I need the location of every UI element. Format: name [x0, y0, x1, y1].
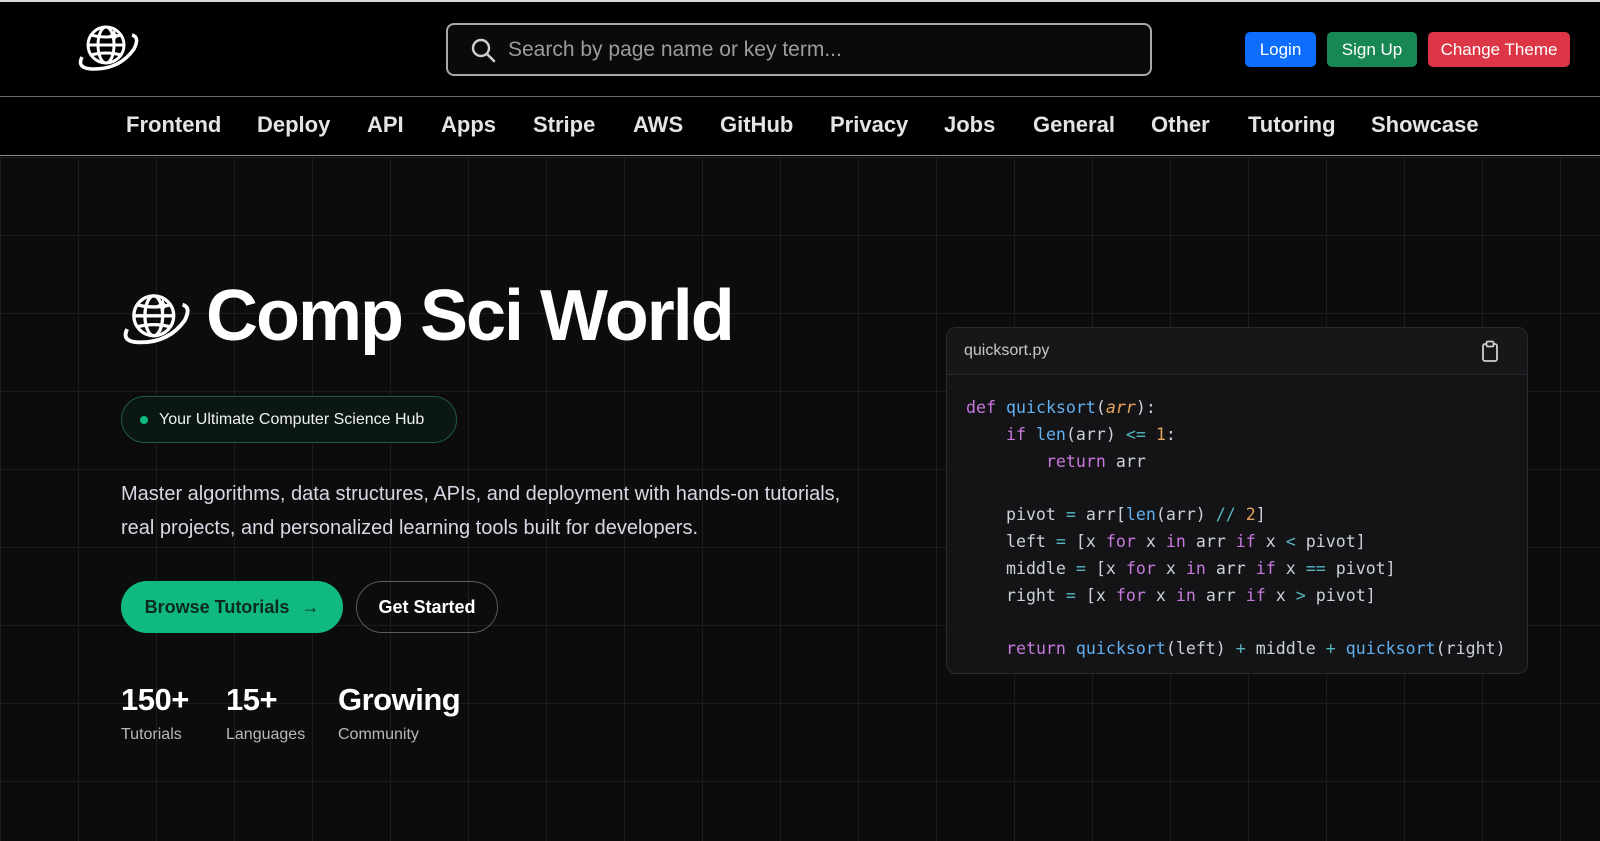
top-bar: Login Sign Up Change Theme — [0, 0, 1600, 97]
globe-logo-icon[interactable] — [76, 19, 140, 75]
browse-tutorials-label: Browse Tutorials — [144, 596, 290, 617]
stat-label: Languages — [226, 726, 306, 743]
stat-value: 15+ — [226, 682, 278, 717]
nav-item-tutoring[interactable]: Tutoring — [1248, 112, 1336, 138]
nav-item-frontend[interactable]: Frontend — [126, 112, 221, 138]
stat-label: Tutorials — [121, 726, 182, 743]
change-theme-button[interactable]: Change Theme — [1428, 32, 1570, 67]
nav-item-other[interactable]: Other — [1151, 112, 1210, 138]
code-line: left = [x for x in arr if x < pivot] — [966, 531, 1366, 551]
sign-up-button[interactable]: Sign Up — [1327, 32, 1417, 67]
arrow-right-icon: → — [301, 596, 320, 617]
stat-value: 150+ — [121, 682, 189, 717]
code-card-header: quicksort.py — [947, 328, 1527, 375]
stat-tutorials: 150+ Tutorials — [121, 682, 189, 744]
nav-item-showcase[interactable]: Showcase — [1371, 112, 1479, 138]
globe-icon — [123, 294, 190, 345]
status-dot-icon — [140, 415, 148, 424]
code-line: middle = [x for x in arr if x == pivot] — [966, 558, 1396, 578]
code-line: return arr — [1045, 451, 1146, 471]
hero-section: Comp Sci World Your Ultimate Computer Sc… — [0, 157, 1600, 841]
get-started-button[interactable]: Get Started — [356, 581, 498, 633]
stat-community: Growing Community — [338, 682, 461, 744]
clipboard-icon[interactable] — [1481, 340, 1499, 362]
nav-item-api[interactable]: API — [367, 112, 404, 138]
nav-item-deploy[interactable]: Deploy — [257, 112, 330, 138]
code-line: if len(arr) <= 1: — [1005, 424, 1176, 444]
nav-item-stripe[interactable]: Stripe — [533, 112, 595, 138]
stat-value: Growing — [338, 682, 461, 717]
top-border-line — [0, 0, 1600, 2]
tagline-badge: Your Ultimate Computer Science Hub — [121, 396, 457, 443]
main-nav: Frontend Deploy API Apps Stripe AWS GitH… — [0, 98, 1600, 156]
search-box[interactable] — [446, 23, 1152, 76]
hero-description: Master algorithms, data structures, APIs… — [121, 483, 841, 539]
stat-label: Community — [338, 726, 419, 743]
search-input[interactable] — [508, 31, 1128, 69]
nav-item-general[interactable]: General — [1033, 112, 1115, 138]
code-filename: quicksort.py — [964, 342, 1050, 359]
login-button[interactable]: Login — [1245, 32, 1316, 67]
nav-item-privacy[interactable]: Privacy — [830, 112, 908, 138]
page-title: Comp Sci World — [206, 276, 735, 356]
browse-tutorials-button[interactable]: Browse Tutorials → — [121, 581, 343, 633]
search-icon — [471, 38, 496, 63]
stat-languages: 15+ Languages — [226, 682, 305, 744]
code-line: return quicksort(left) + middle + quicks… — [1005, 639, 1506, 659]
code-line: pivot = arr[len(arr) // 2] — [966, 505, 1266, 525]
nav-item-apps[interactable]: Apps — [441, 112, 496, 138]
code-line: right = [x for x in arr if x > pivot] — [966, 585, 1376, 605]
code-line: def quicksort(arr): — [966, 398, 1156, 417]
code-block: def quicksort(arr): if len(arr) <= 1: re… — [947, 375, 1527, 663]
nav-item-aws[interactable]: AWS — [633, 112, 683, 138]
badge-label: Your Ultimate Computer Science Hub — [159, 410, 425, 428]
nav-item-github[interactable]: GitHub — [720, 112, 793, 138]
nav-item-jobs[interactable]: Jobs — [944, 112, 995, 138]
code-snippet-card: quicksort.py def quicksort(arr): if len(… — [946, 327, 1528, 674]
